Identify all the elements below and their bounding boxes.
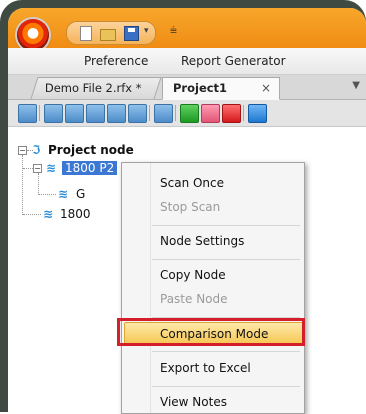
collapse-icon[interactable]: − — [33, 164, 42, 173]
tree-item-project-node[interactable]: Project node — [48, 141, 134, 159]
toolbar-separator — [149, 105, 150, 121]
close-icon[interactable]: × — [261, 78, 271, 99]
tree-connector — [23, 214, 41, 216]
menu-separator — [152, 386, 300, 387]
settings-icon[interactable] — [248, 104, 267, 123]
doc-tab-demo-file-label: Demo File 2.rfx * — [44, 81, 142, 95]
menu-item-label: Scan Once — [160, 176, 225, 190]
menu-item-scan-once[interactable]: Scan Once — [122, 171, 304, 195]
menu-item-label: Paste Node — [160, 292, 228, 306]
doc-tab-project1[interactable]: Project1 × — [162, 77, 280, 100]
tab-list-dropdown-icon[interactable]: ▼ — [352, 80, 360, 91]
collapse-icon[interactable]: − — [18, 146, 27, 155]
menu-item-label: Copy Node — [160, 268, 226, 282]
project-node-icon: ℑ — [32, 143, 41, 157]
tree-item-1800-p2-label: 1800 P2 — [62, 161, 118, 175]
menu-item-label: View Notes — [160, 395, 227, 409]
toolbar-separator — [39, 105, 40, 121]
menu-item-view-notes[interactable]: View Notes — [122, 390, 304, 414]
forward-icon[interactable] — [201, 104, 220, 123]
highlight-callout-box — [117, 318, 305, 346]
menu-item-node-settings[interactable]: Node Settings — [122, 229, 304, 253]
tree-item-1800[interactable]: 1800 — [60, 205, 91, 223]
menu-item-copy-node[interactable]: Copy Node — [122, 263, 304, 287]
scan-node-icon: ≋ — [46, 161, 57, 175]
sequence-icon[interactable] — [107, 104, 126, 123]
document-tabs: Demo File 2.rfx * Project1 × ▼ — [8, 75, 366, 100]
save-icon[interactable] — [123, 25, 139, 41]
device-icon[interactable] — [86, 104, 105, 123]
menu-separator — [152, 225, 300, 226]
tree-item-1800-p2[interactable]: 1800 P2 — [62, 159, 118, 177]
menu-item-label: Stop Scan — [160, 200, 221, 214]
tab-report-generator[interactable]: Report Generator — [181, 54, 286, 68]
open-folder-icon[interactable] — [99, 25, 116, 41]
menu-item-label: Export to Excel — [160, 361, 251, 375]
tree-connector — [38, 173, 40, 195]
group-node-icon: ≋ — [58, 187, 69, 201]
doc-tab-demo-file[interactable]: Demo File 2.rfx * — [30, 77, 162, 99]
menu-item-export-to-excel[interactable]: Export to Excel — [122, 356, 304, 380]
waveform-icon[interactable] — [44, 104, 63, 123]
menu-item-paste-node: Paste Node — [122, 287, 304, 311]
toolbar-separator — [243, 105, 244, 121]
tree-item-g[interactable]: G — [76, 185, 85, 203]
menu-item-stop-scan: Stop Scan — [122, 195, 304, 219]
signal-icon[interactable] — [65, 104, 84, 123]
scan-setup-icon[interactable] — [18, 104, 37, 123]
save-dropdown-icon[interactable]: ▾ — [144, 26, 152, 38]
context-menu: Scan Once Stop Scan Node Settings Copy N… — [121, 162, 305, 414]
quick-access-toolbar: ▾ — [66, 21, 156, 45]
tree-connector — [22, 155, 24, 215]
menu-item-label: Node Settings — [160, 234, 245, 248]
customize-toolbar-icon[interactable]: ⩧ — [170, 23, 177, 38]
tree-connector — [23, 168, 33, 170]
node-toolbar — [8, 100, 366, 127]
tab-preference[interactable]: Preference — [84, 54, 148, 68]
application-menu-button[interactable] — [17, 19, 49, 51]
ribbon-tabs: Preference Report Generator — [8, 48, 366, 75]
doc-tab-project1-label: Project1 — [173, 81, 228, 95]
menu-separator — [152, 351, 300, 352]
menu-separator — [152, 259, 300, 260]
play-icon[interactable] — [180, 104, 199, 123]
tree-connector — [38, 194, 56, 196]
title-bar: ▾ ⩧ — [8, 8, 366, 51]
stop-icon[interactable] — [222, 104, 241, 123]
export-icon[interactable] — [128, 104, 147, 123]
new-file-icon[interactable] — [77, 25, 93, 41]
toolbar-separator — [175, 105, 176, 121]
record-icon[interactable] — [154, 104, 173, 123]
scan-node-icon: ≋ — [43, 207, 54, 221]
